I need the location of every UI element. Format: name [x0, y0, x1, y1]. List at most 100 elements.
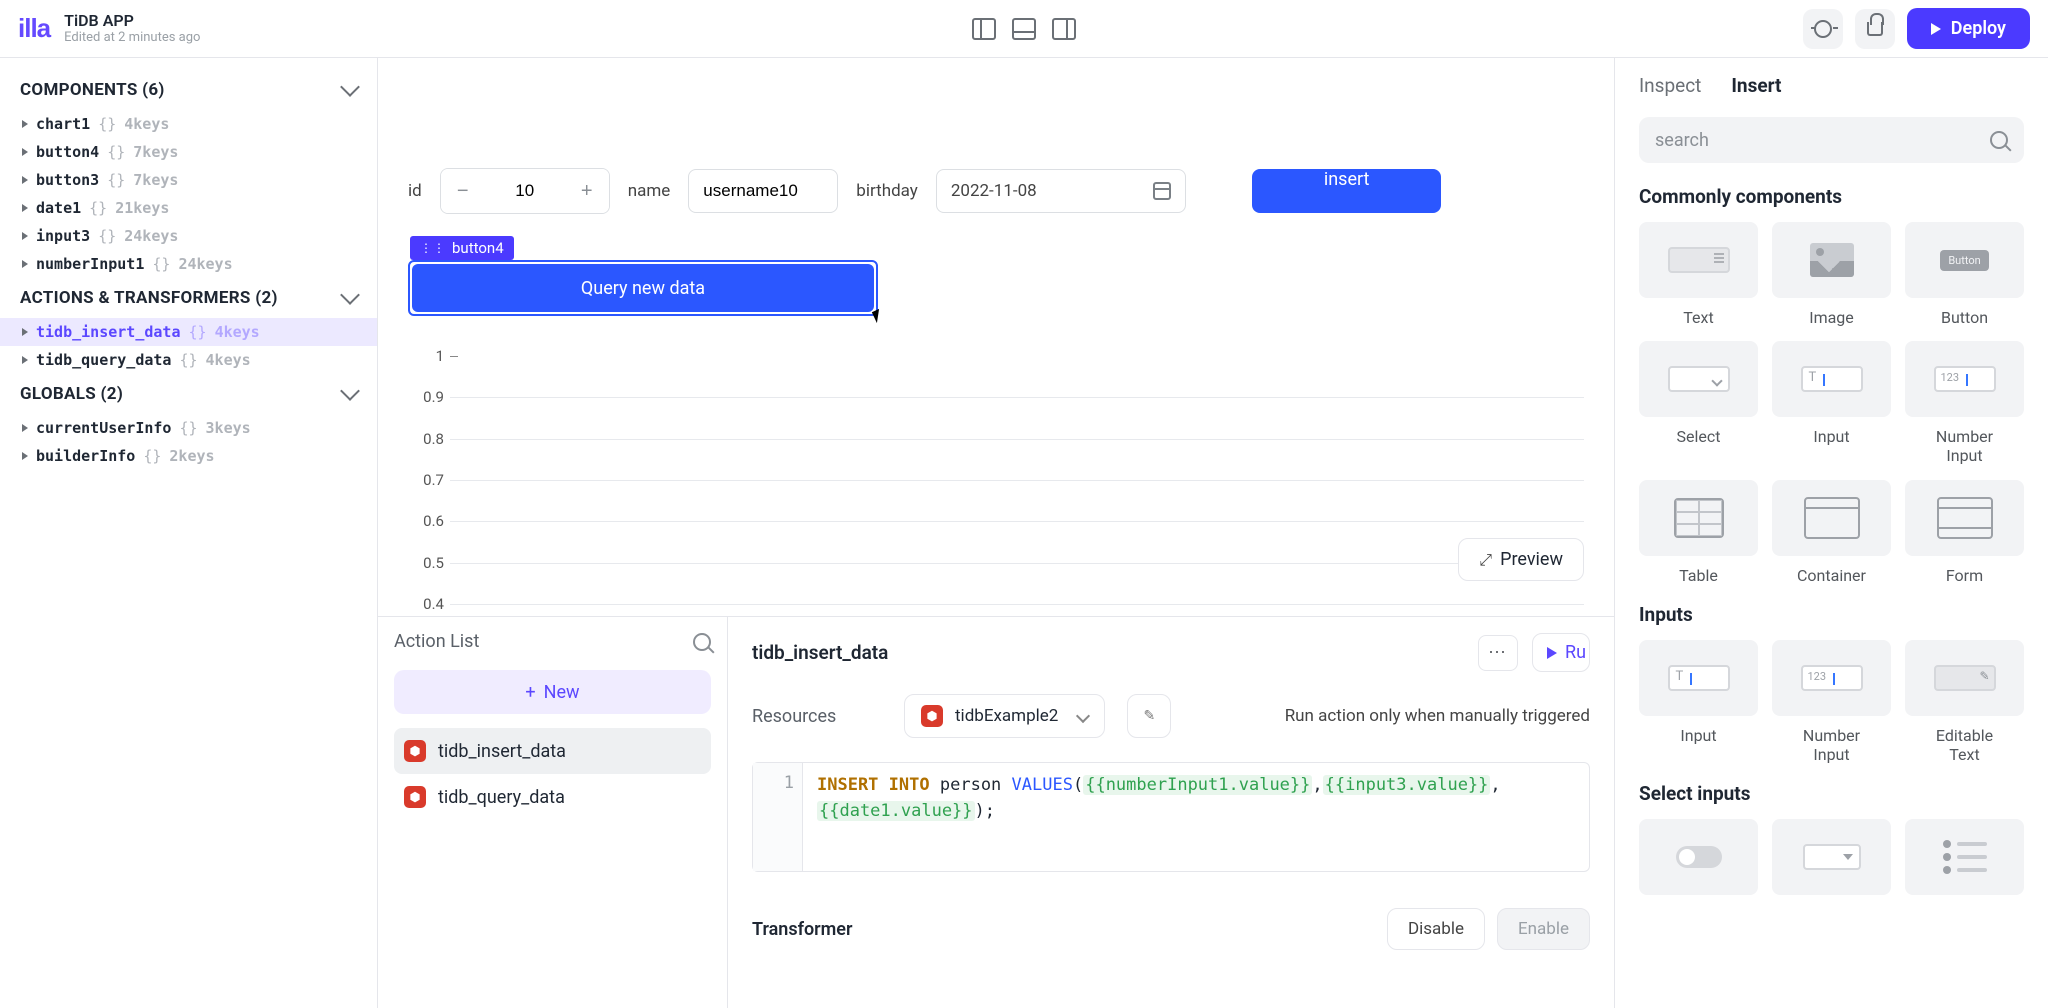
preview-button[interactable]: Preview: [1458, 538, 1584, 581]
insert-button[interactable]: insert: [1252, 169, 1442, 213]
y-tick-label: 0.7: [408, 471, 444, 489]
components-heading[interactable]: COMPONENTS (6): [0, 70, 377, 110]
expand-icon: [1479, 549, 1492, 570]
switch-icon: [1676, 846, 1722, 868]
action-list-item[interactable]: ⬢ tidb_insert_data: [394, 728, 711, 774]
tree-item[interactable]: input3{}24keys: [0, 222, 377, 250]
component-form[interactable]: Form: [1905, 480, 2024, 585]
component-list[interactable]: [1905, 819, 2024, 895]
layout-bottom-icon[interactable]: [1012, 18, 1036, 40]
app-subtitle: Edited at 2 minutes ago: [64, 30, 200, 46]
chevron-down-icon: [340, 285, 360, 305]
code-content[interactable]: INSERT INTO person VALUES({{numberInput1…: [803, 763, 1515, 871]
debug-button[interactable]: [1803, 9, 1843, 49]
resources-label: Resources: [752, 706, 882, 727]
sql-editor[interactable]: 1 INSERT INTO person VALUES({{numberInpu…: [752, 762, 1590, 872]
component-select[interactable]: Select: [1639, 341, 1758, 465]
disable-button[interactable]: Disable: [1387, 908, 1485, 950]
selection-name: button4: [452, 239, 504, 257]
decrement-button[interactable]: −: [441, 169, 485, 213]
bug-icon: [1814, 20, 1832, 38]
search-icon[interactable]: [693, 633, 711, 651]
tree-item[interactable]: date1{}21keys: [0, 194, 377, 222]
tree-item[interactable]: currentUserInfo{}3keys: [0, 414, 377, 442]
action-list: Action List + New ⬢ tidb_insert_data ⬢ t…: [378, 617, 728, 1008]
action-list-item[interactable]: ⬢ tidb_query_data: [394, 774, 711, 820]
tree-item[interactable]: button4{}7keys: [0, 138, 377, 166]
tree-item[interactable]: button3{}7keys: [0, 166, 377, 194]
text-icon: [1668, 247, 1730, 273]
id-value[interactable]: [485, 169, 565, 213]
tree-item[interactable]: tidb_insert_data{}4keys: [0, 318, 377, 346]
table-icon: [1674, 498, 1724, 538]
right-panel: Inspect Insert search Commonly component…: [1614, 58, 2048, 1008]
component-container[interactable]: Container: [1772, 480, 1891, 585]
list-icon: [1943, 840, 1987, 874]
tree-item[interactable]: chart1{}4keys: [0, 110, 377, 138]
button-icon: Button: [1940, 250, 1988, 271]
layout-right-icon[interactable]: [1052, 18, 1076, 40]
play-icon: [1547, 647, 1557, 659]
search-input[interactable]: search: [1639, 117, 2024, 163]
tab-inspect[interactable]: Inspect: [1639, 74, 1701, 97]
layout-switcher: [972, 18, 1076, 40]
globals-heading[interactable]: GLOBALS (2): [0, 374, 377, 414]
plus-icon: +: [525, 682, 535, 703]
selected-component[interactable]: Query new data: [408, 260, 878, 316]
tree-item[interactable]: builderInfo{}2keys: [0, 442, 377, 470]
chevron-down-icon: [340, 77, 360, 97]
query-button[interactable]: Query new data: [412, 264, 874, 312]
component-table[interactable]: Table: [1639, 480, 1758, 585]
lock-button[interactable]: [1855, 9, 1895, 49]
component-dropdown[interactable]: [1772, 819, 1891, 895]
number-input-id[interactable]: − +: [440, 168, 610, 214]
tree-item[interactable]: tidb_query_data{}4keys: [0, 346, 377, 374]
name-input[interactable]: [688, 169, 838, 213]
action-editor: tidb_insert_data ⋯ Ru Resources ⬢ tidbEx…: [728, 617, 1614, 1008]
lock-icon: [1867, 22, 1883, 36]
deploy-button[interactable]: Deploy: [1907, 8, 2030, 49]
globals-title: GLOBALS (2): [20, 384, 123, 404]
increment-button[interactable]: +: [565, 169, 609, 213]
component-button[interactable]: ButtonButton: [1905, 222, 2024, 327]
actions-heading[interactable]: ACTIONS & TRANSFORMERS (2): [0, 278, 377, 318]
tidb-icon: ⬢: [404, 740, 426, 762]
chart: 10.90.80.70.60.50.4: [408, 356, 1584, 616]
deploy-label: Deploy: [1951, 18, 2006, 39]
component-input[interactable]: Input: [1772, 341, 1891, 465]
app-meta: TiDB APP Edited at 2 minutes ago: [64, 11, 200, 46]
y-tick-label: 0.4: [408, 595, 444, 613]
component-switch[interactable]: [1639, 819, 1758, 895]
tab-insert[interactable]: Insert: [1731, 74, 1781, 97]
y-tick-label: 0.8: [408, 430, 444, 448]
run-button[interactable]: Ru: [1532, 633, 1590, 672]
component-text[interactable]: Text: [1639, 222, 1758, 327]
calendar-icon: [1153, 182, 1171, 200]
layout-left-icon[interactable]: [972, 18, 996, 40]
y-tick-label: 0.9: [408, 388, 444, 406]
more-button[interactable]: ⋯: [1478, 635, 1518, 671]
action-list-title: Action List: [394, 631, 479, 652]
date-value: 2022-11-08: [951, 181, 1037, 201]
trigger-mode[interactable]: Run action only when manually triggered: [1285, 706, 1590, 726]
tree-item[interactable]: numberInput1{}24keys: [0, 250, 377, 278]
y-tick-label: 0.6: [408, 512, 444, 530]
action-title: tidb_insert_data: [752, 641, 888, 664]
actions-title: ACTIONS & TRANSFORMERS (2): [20, 288, 278, 308]
component-number-input[interactable]: Number Input: [1772, 640, 1891, 764]
component-number-input[interactable]: Number Input: [1905, 341, 2024, 465]
new-action-button[interactable]: + New: [394, 670, 711, 714]
selection-tag[interactable]: ⋮⋮ button4: [410, 236, 514, 260]
resource-select[interactable]: ⬢ tidbExample2: [904, 694, 1105, 738]
component-input[interactable]: Input: [1639, 640, 1758, 764]
chevron-down-icon: [340, 381, 360, 401]
section-select-inputs-title: Select inputs: [1615, 782, 2048, 819]
enable-button[interactable]: Enable: [1497, 908, 1590, 950]
component-image[interactable]: Image: [1772, 222, 1891, 327]
date-input[interactable]: 2022-11-08: [936, 169, 1186, 213]
select-icon: [1668, 366, 1730, 392]
form-row: id − + name birthday 2022-11-08 insert: [408, 168, 1584, 214]
edit-resource-button[interactable]: ✎: [1127, 694, 1171, 738]
app-title: TiDB APP: [64, 11, 200, 30]
component-editable-text[interactable]: Editable Text: [1905, 640, 2024, 764]
